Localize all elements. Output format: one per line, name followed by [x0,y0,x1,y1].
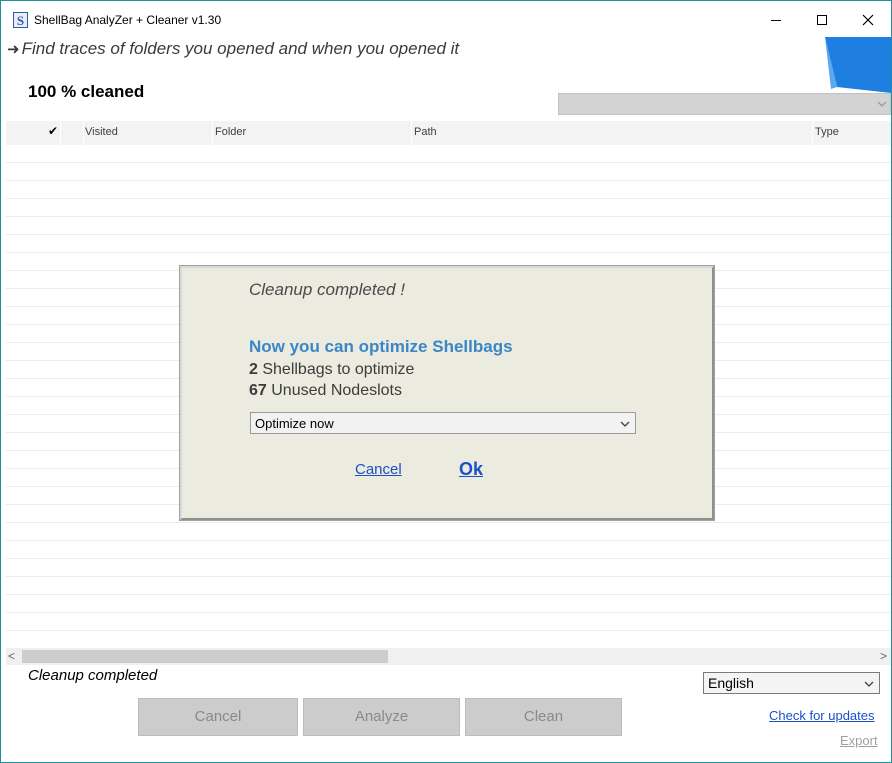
column-divider[interactable] [83,121,84,145]
scroll-left-icon[interactable]: < [8,649,15,663]
title-bar[interactable]: S ShellBag AnalyZer + Cleaner v1.30 [1,1,891,39]
column-header-visited[interactable]: Visited [85,126,118,138]
dialog-ok-link[interactable]: Ok [459,459,483,480]
close-icon [862,14,874,26]
column-divider[interactable] [212,121,213,145]
subtitle: ➜ Find traces of folders you opened and w… [7,39,459,59]
horizontal-scrollbar[interactable]: < > [6,648,891,665]
language-select[interactable]: English [703,672,880,694]
clean-button[interactable]: Clean [465,698,622,736]
top-filter-dropdown[interactable] [558,93,891,115]
cleanup-dialog: Cleanup completed ! Now you can optimize… [179,265,715,521]
chevron-down-icon [620,421,630,427]
shellbags-count: 2 [249,361,258,378]
window-title: ShellBag AnalyZer + Cleaner v1.30 [34,13,222,27]
app-window: S ShellBag AnalyZer + Cleaner v1.30 ➜ Fin… [0,0,892,763]
svg-text:S: S [17,13,24,28]
column-divider[interactable] [60,121,61,145]
progress-text: 100 % cleaned [28,82,145,101]
minimize-icon [771,20,781,21]
app-s-logo-icon: S [13,12,28,28]
cancel-button[interactable]: Cancel [138,698,298,736]
chevron-down-icon [864,681,874,687]
maximize-button[interactable] [799,1,845,39]
column-header-path[interactable]: Path [414,126,437,138]
close-button[interactable] [845,1,891,39]
analyze-button[interactable]: Analyze [303,698,460,736]
unused-nodeslots: 67 Unused Nodeslots [249,382,402,400]
dialog-title: Cleanup completed ! [249,280,405,299]
export-link[interactable]: Export [840,733,878,748]
optimize-option-value: Optimize now [255,416,334,431]
column-header-folder[interactable]: Folder [215,126,246,138]
dialog-cancel-link[interactable]: Cancel [355,461,402,478]
language-value: English [708,675,754,691]
shellbags-label: Shellbags to optimize [257,361,415,378]
status-text: Cleanup completed [28,667,158,684]
nodeslots-label: Unused Nodeslots [266,382,402,399]
corner-decoration [825,37,891,93]
column-divider[interactable] [411,121,412,145]
arrow-right-icon: ➜ [7,41,20,58]
maximize-icon [817,15,827,25]
nodeslots-count: 67 [249,382,267,399]
scrollbar-thumb[interactable] [22,650,388,663]
dialog-heading: Now you can optimize Shellbags [249,337,513,356]
optimize-option-select[interactable]: Optimize now [250,412,636,434]
table-header: ✔ Visited Folder Path Type [6,121,891,145]
chevron-down-icon [877,101,887,107]
shellbags-to-optimize: 2 Shellbags to optimize [249,361,414,379]
subtitle-text: Find traces of folders you opened and wh… [21,39,460,58]
column-divider[interactable] [812,121,813,145]
column-header-check[interactable]: ✔ [48,124,58,138]
check-updates-link[interactable]: Check for updates [769,708,875,723]
minimize-button[interactable] [753,1,799,39]
column-header-type[interactable]: Type [815,126,839,138]
scroll-right-icon[interactable]: > [880,649,887,663]
